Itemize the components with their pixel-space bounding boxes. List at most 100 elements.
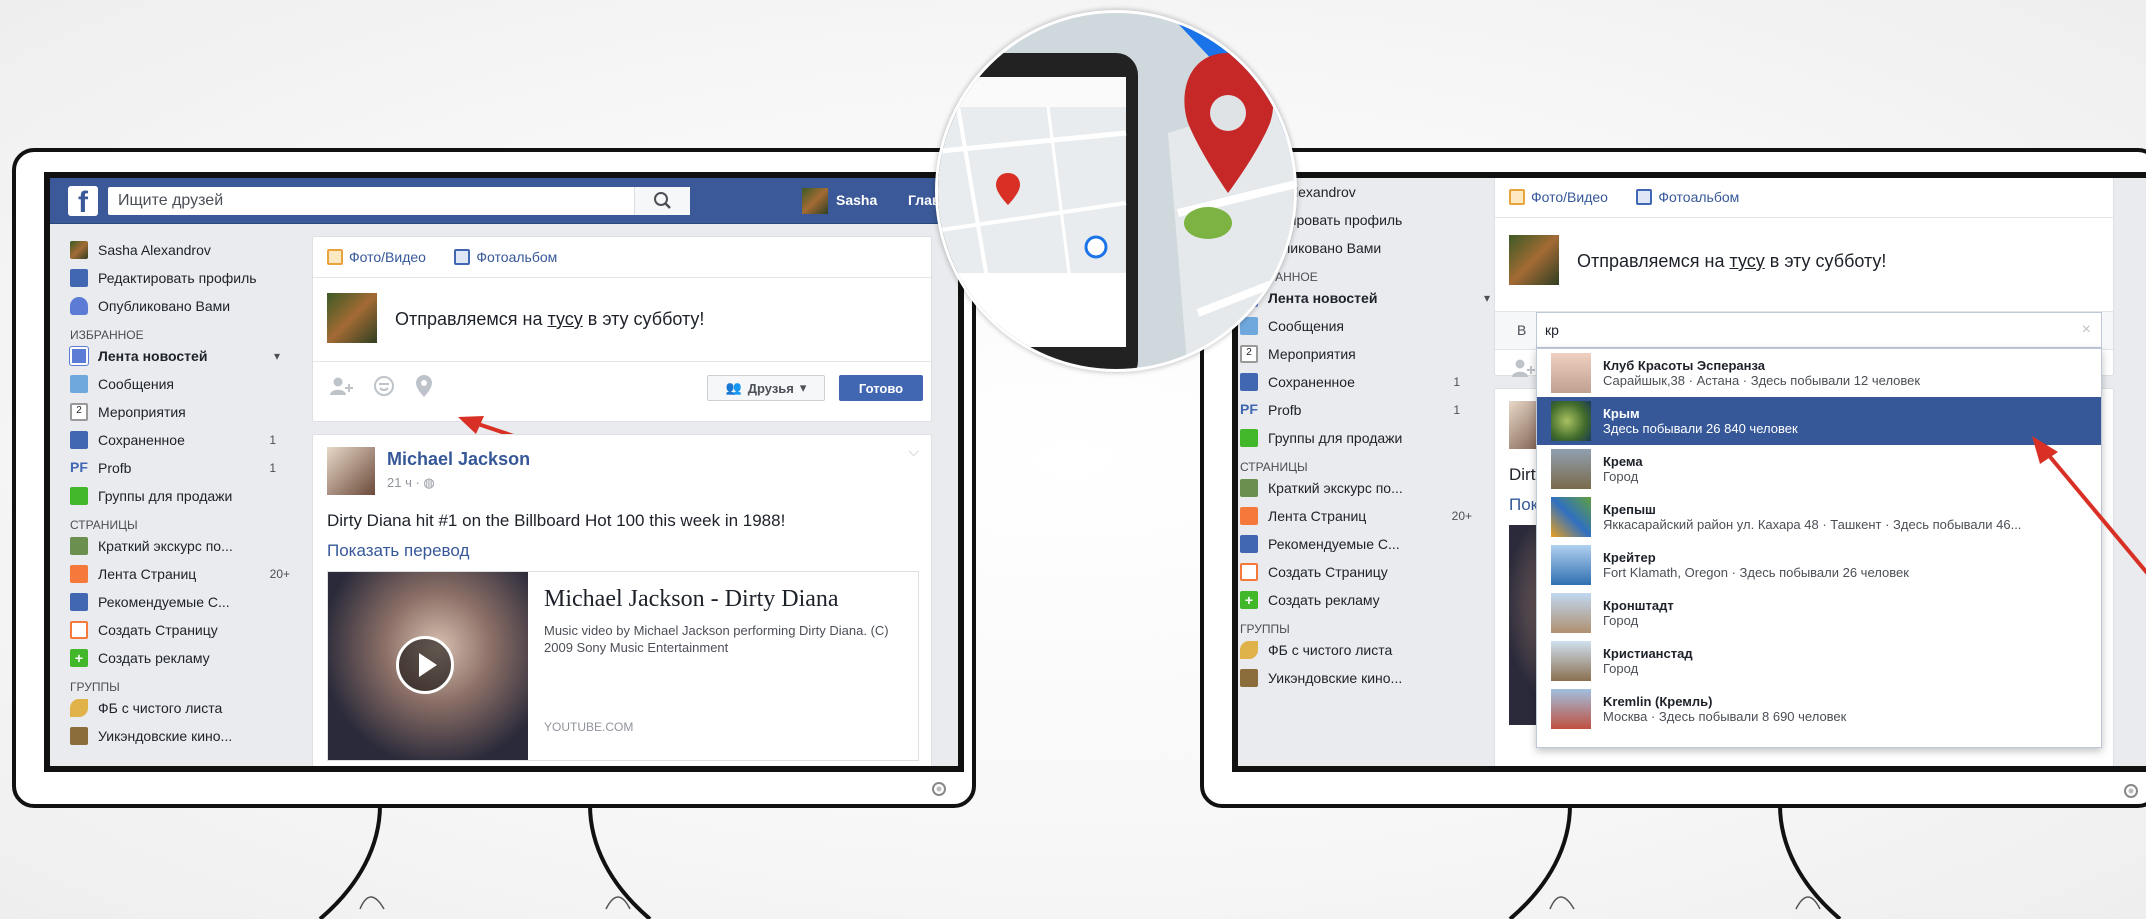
composer-text-link[interactable]: тусу [548,309,583,329]
place-thumbnail [1551,401,1591,441]
audience-label: Друзья [747,380,794,396]
sidebar-item-edit-profile[interactable]: Редактировать профиль [70,264,290,292]
group-icon [1240,669,1258,687]
link-title[interactable]: Michael Jackson - Dirty Diana [544,586,839,613]
sidebar-item-pages-feed[interactable]: Лента Страниц 20+ [1240,502,1500,530]
feeling-icon[interactable] [373,375,395,397]
tag-friends-icon[interactable] [329,375,355,397]
sidebar-item-edit-profile[interactable]: дактировать профиль [1260,206,1500,234]
facebook-logo-icon[interactable]: f [68,186,98,216]
sidebar-item-create-page[interactable]: Создать Страницу [70,616,290,644]
map-illustration [935,10,1297,372]
place-thumbnail [1551,353,1591,393]
sidebar-item-label: Уикэндовские кино... [98,728,233,744]
clear-icon[interactable]: × [2082,321,2091,339]
play-icon[interactable] [396,636,454,694]
sidebar-item-events[interactable]: 2 Мероприятия [70,398,290,426]
news-feed-post: Michael Jackson 21 ч · ◍ ⌵ Dirty Diana h… [312,434,932,766]
place-thumbnail [1551,545,1591,585]
sidebar-item-saved[interactable]: Сохраненное 1 [70,426,290,454]
sidebar-item-create-ad[interactable]: + Создать рекламу [1240,586,1500,614]
friends-icon: 👥 [725,380,742,395]
sidebar-item-group[interactable]: Уикэндовские кино... [70,722,290,750]
sidebar-item-create-ad[interactable]: + Создать рекламу [70,644,290,672]
sidebar-item-sale-groups[interactable]: Группы для продажи [70,482,290,510]
tab-album[interactable]: Фотоальбом [1636,189,1739,205]
place-thumbnail [1551,593,1591,633]
composer-text-link[interactable]: тусу [1730,251,1765,271]
avatar [70,241,88,259]
sidebar-item-events[interactable]: 2 Мероприятия [1240,340,1500,368]
tab-photo-video[interactable]: Фото/Видео [1509,189,1608,205]
chevron-down-icon[interactable]: ▾ [274,349,280,363]
suggestion-subtitle: Город [1603,469,1639,484]
show-translation-link[interactable]: Показать перевод [327,541,469,561]
sidebar-item-messages[interactable]: Сообщения [70,370,290,398]
avatar[interactable] [802,188,828,214]
calendar-icon: 2 [70,403,88,421]
search-input[interactable]: Ищите друзей [108,187,690,215]
avatar[interactable] [327,447,375,495]
location-suggestion[interactable]: Крепыш Яккасарайский район ул. Кахара 48 … [1537,493,2101,541]
sidebar-item-label: Сообщения [1268,318,1344,334]
location-search-input[interactable]: кр × [1536,312,2102,348]
megaphone-icon [1240,507,1258,525]
sidebar-item-recommended[interactable]: Рекомендуемые С... [1240,530,1500,558]
groups-header: ГРУППЫ [1240,622,1290,636]
link-preview[interactable]: Michael Jackson - Dirty Diana Music vide… [327,571,919,761]
chevron-down-icon[interactable]: ⌵ [908,443,919,460]
pages-tour-icon [1240,479,1258,497]
chevron-down-icon[interactable]: ▾ [1484,291,1490,305]
video-thumbnail[interactable] [328,572,528,760]
sidebar-item-pages-tour[interactable]: Краткий экскурс по... [70,532,290,560]
calendar-icon: 2 [1240,345,1258,363]
post-author-link[interactable]: Michael Jackson [387,449,530,470]
composer-text-input[interactable]: Отправляемся на тусу в эту субботу! [395,309,704,330]
location-suggestion[interactable]: Kremlin (Кремль) Москва · Здесь побывали … [1537,685,2101,733]
photo-icon [1509,189,1525,205]
sidebar-item-pages-feed[interactable]: Лента Страниц 20+ [70,560,290,588]
composer-text-input[interactable]: Отправляемся на тусу в эту субботу! [1577,251,1886,272]
post-timestamp[interactable]: 21 ч · ◍ [387,475,435,491]
suggestion-title: Kremlin (Кремль) [1603,694,1713,709]
post-composer: Фото/Видео Фотоальбом Отправляемся на ту… [312,236,932,422]
location-suggestion[interactable]: Кронштадт Город [1537,589,2101,637]
sidebar-item-profile[interactable]: Sasha Alexandrov [70,236,290,264]
tab-photo-video[interactable]: Фото/Видео [327,249,426,265]
sale-groups-icon [1240,429,1258,447]
composer-text: Отправляемся на [1577,251,1730,271]
sidebar-item-group[interactable]: Уикэндовские кино... [1240,664,1500,692]
sidebar-item-sale-groups[interactable]: Группы для продажи [1240,424,1500,452]
sidebar-item-group[interactable]: ФБ с чистого листа [1240,636,1500,664]
tab-album[interactable]: Фотоальбом [454,249,557,265]
sidebar-item-label: Sasha Alexandrov [98,242,211,258]
location-suggestion[interactable]: Крейтер Fort Klamath, Oregon · Здесь побы… [1537,541,2101,589]
sidebar-item-profb[interactable]: PF Profb 1 [70,454,290,482]
audience-selector-button[interactable]: 👥 Друзья ▾ [707,375,825,401]
sidebar-item-create-page[interactable]: Создать Страницу [1240,558,1500,586]
sidebar-item-published[interactable]: публиковано Вами [1260,234,1500,262]
sidebar-item-news-feed[interactable]: Лента новостей ▾ [1240,284,1500,312]
sidebar-item-label: Рекомендуемые С... [1268,536,1400,552]
sidebar-item-news-feed[interactable]: Лента новостей ▾ [69,342,290,370]
location-suggestion-selected[interactable]: Крым Здесь побывали 26 840 человек [1537,397,2101,445]
sidebar-item-pages-tour[interactable]: Краткий экскурс по... [1240,474,1500,502]
sidebar-item-label: Краткий экскурс по... [1268,480,1403,496]
sidebar-item-profb[interactable]: PF Profb 1 [1240,396,1500,424]
sidebar-item-saved[interactable]: Сохраненное 1 [1240,368,1500,396]
search-button[interactable] [634,187,690,215]
sidebar-item-messages[interactable]: Сообщения [1240,312,1500,340]
suggestion-subtitle: Город [1603,661,1639,676]
location-suggestion[interactable]: Клуб Красоты Эсперанза Сарайшык,38 · Аста… [1537,349,2101,397]
sidebar-item-recommended[interactable]: Рекомендуемые С... [70,588,290,616]
location-query: кр [1545,322,1559,338]
location-suggestion[interactable]: Крема Город [1537,445,2101,493]
sidebar-item-published[interactable]: Опубликовано Вами [70,292,290,320]
tag-friends-icon[interactable] [1511,357,1537,379]
done-button[interactable]: Готово [839,375,923,401]
user-name-link[interactable]: Sasha [836,192,877,208]
location-pin-icon[interactable] [415,374,433,398]
sale-groups-icon [70,487,88,505]
sidebar-item-group[interactable]: ФБ с чистого листа [70,694,290,722]
location-suggestion[interactable]: Кристианстад Город [1537,637,2101,685]
